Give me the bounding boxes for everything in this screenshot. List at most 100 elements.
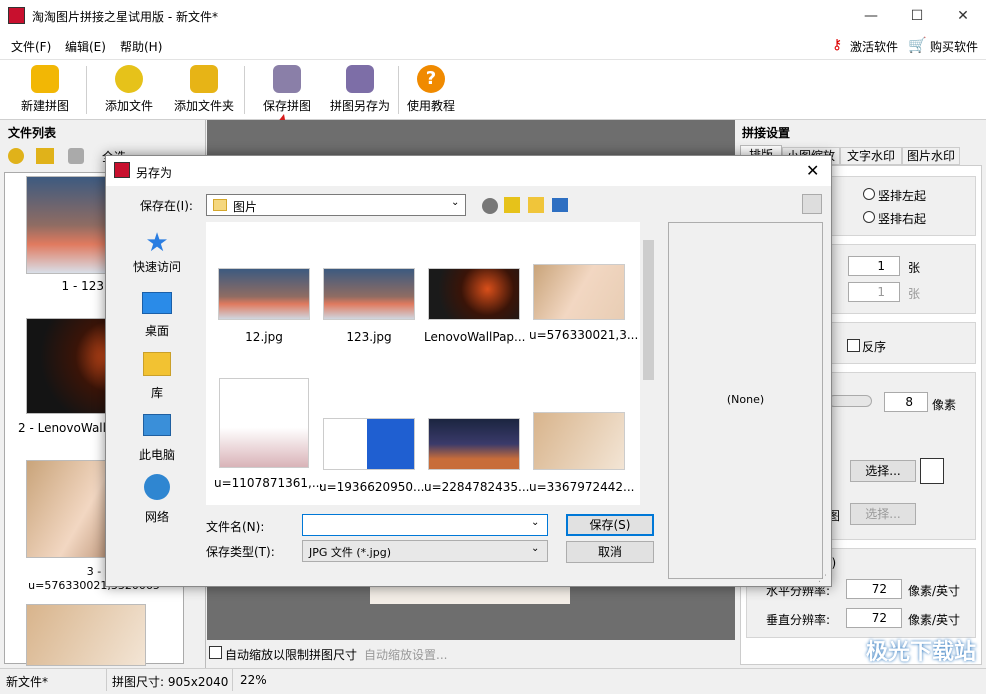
scrollbar-thumb[interactable] bbox=[643, 240, 654, 380]
tab-image-watermark[interactable]: 图片水印 bbox=[902, 147, 960, 165]
file-thumbnail bbox=[323, 268, 415, 320]
menu-file[interactable]: 文件(F) bbox=[11, 38, 51, 55]
file-name: 123.jpg bbox=[346, 330, 392, 344]
preview-toggle-icon[interactable] bbox=[802, 194, 822, 214]
remove-icon[interactable] bbox=[68, 148, 84, 164]
computer-icon bbox=[143, 414, 171, 436]
filetype-select[interactable]: JPG 文件 (*.jpg) ⌄ bbox=[302, 540, 548, 562]
status-zoom: 22% bbox=[240, 673, 267, 687]
tutorial-button[interactable]: ? 使用教程 bbox=[400, 63, 462, 117]
color-swatch[interactable] bbox=[920, 458, 944, 484]
minimize-button[interactable]: — bbox=[848, 0, 894, 32]
add-folder-button[interactable]: 添加文件夹 bbox=[168, 63, 240, 117]
file-thumbnail bbox=[533, 412, 625, 470]
file-list-title: 文件列表 bbox=[8, 126, 57, 140]
spacing-slider[interactable] bbox=[828, 395, 872, 407]
maximize-button[interactable]: ☐ bbox=[894, 0, 940, 32]
add-icon[interactable] bbox=[8, 148, 24, 164]
toolbar-divider bbox=[398, 66, 399, 114]
save-as-dialog: 另存为 ✕ 保存在(I): 图片 ⌄ ★ 快速访问 桌面 库 此电脑 网络 12… bbox=[105, 155, 832, 587]
new-folder-icon[interactable] bbox=[528, 197, 544, 213]
settings-title: 拼接设置 bbox=[742, 126, 791, 140]
file-item[interactable]: LenovoWallPap... bbox=[424, 268, 525, 344]
file-thumbnail[interactable] bbox=[26, 604, 146, 666]
dialog-app-icon bbox=[114, 162, 130, 178]
places-quick-access[interactable]: ★ 快速访问 bbox=[122, 228, 192, 275]
status-file: 新文件* bbox=[6, 675, 49, 689]
new-mosaic-button[interactable]: 新建拼图 bbox=[12, 63, 78, 117]
select-image-button: 选择... bbox=[850, 503, 916, 525]
network-icon bbox=[144, 474, 170, 500]
h-dpi-spinner[interactable]: 72 bbox=[846, 579, 902, 599]
back-icon[interactable] bbox=[482, 198, 498, 214]
preview-pane: (None) bbox=[668, 222, 823, 579]
places-desktop[interactable]: 桌面 bbox=[122, 292, 192, 339]
file-item[interactable]: u=2284782435... bbox=[424, 418, 529, 494]
file-thumbnail bbox=[533, 264, 625, 320]
new-mosaic-label: 新建拼图 bbox=[20, 99, 69, 113]
radio-vertical-right[interactable] bbox=[863, 211, 875, 223]
folder-icon bbox=[213, 199, 227, 211]
save-in-value: 图片 bbox=[233, 200, 258, 214]
resize-grip-icon[interactable]: ⋰ bbox=[818, 574, 827, 584]
chevron-down-icon: ⌄ bbox=[451, 197, 460, 208]
save-mosaic-button[interactable]: 保存拼图 bbox=[254, 63, 320, 117]
spacing-spinner[interactable]: 8 bbox=[884, 392, 928, 412]
reverse-checkbox[interactable] bbox=[847, 339, 860, 352]
radio-vertical-left[interactable] bbox=[863, 188, 875, 200]
add-file-label: 添加文件 bbox=[104, 99, 153, 113]
close-button[interactable]: ✕ bbox=[940, 0, 986, 32]
menu-help[interactable]: 帮助(H) bbox=[120, 38, 162, 55]
file-item[interactable]: u=3367972442... bbox=[529, 412, 634, 494]
places-libraries[interactable]: 库 bbox=[122, 352, 192, 401]
help-icon: ? bbox=[417, 65, 445, 93]
chevron-down-icon: ⌄ bbox=[531, 543, 540, 554]
dialog-close-button[interactable]: ✕ bbox=[806, 161, 819, 180]
v-dpi-unit: 像素/英寸 bbox=[908, 613, 961, 627]
file-thumbnail bbox=[219, 378, 309, 468]
folder-add-icon[interactable] bbox=[36, 148, 54, 164]
toolbar-divider bbox=[86, 66, 87, 114]
v-dpi-spinner[interactable]: 72 bbox=[846, 608, 902, 628]
up-folder-icon[interactable] bbox=[504, 197, 520, 213]
view-menu-icon[interactable] bbox=[552, 198, 568, 212]
add-file-button[interactable]: 添加文件 bbox=[96, 63, 162, 117]
file-item[interactable]: u=1107871361,... bbox=[214, 378, 323, 490]
filename-input[interactable]: ⌄ bbox=[302, 514, 548, 536]
unit-label: 张 bbox=[908, 261, 921, 275]
cancel-button[interactable]: 取消 bbox=[566, 541, 654, 563]
chevron-down-icon: ⌄ bbox=[531, 517, 540, 528]
file-name: u=1936620950... bbox=[319, 480, 425, 494]
place-label: 网络 bbox=[144, 510, 169, 524]
spacing-unit: 像素 bbox=[932, 398, 957, 412]
reverse-label: 反序 bbox=[862, 340, 887, 354]
dialog-title: 另存为 bbox=[136, 166, 173, 180]
file-item[interactable]: 12.jpg bbox=[214, 268, 314, 344]
save-button[interactable]: 保存(S) bbox=[566, 514, 654, 536]
file-thumbnail bbox=[428, 268, 520, 320]
watermark: 极光下载站 bbox=[865, 640, 976, 665]
radio-vertical-right-label: 竖排右起 bbox=[878, 212, 927, 226]
file-item[interactable]: u=1936620950... bbox=[319, 418, 424, 494]
menu-edit[interactable]: 编辑(E) bbox=[65, 38, 106, 55]
buy-link[interactable]: 购买软件 bbox=[930, 38, 978, 55]
file-item[interactable]: 123.jpg bbox=[319, 268, 419, 344]
select-color-button[interactable]: 选择... bbox=[850, 460, 916, 482]
auto-scale-settings-link[interactable]: 自动缩放设置... bbox=[364, 646, 447, 663]
save-in-combo[interactable]: 图片 ⌄ bbox=[206, 194, 466, 216]
places-this-pc[interactable]: 此电脑 bbox=[122, 414, 192, 463]
scrollbar[interactable] bbox=[640, 222, 657, 505]
place-label: 桌面 bbox=[144, 324, 169, 338]
count-spinner[interactable]: 1 bbox=[848, 256, 900, 276]
places-network[interactable]: 网络 bbox=[122, 474, 192, 525]
desktop-icon bbox=[142, 292, 172, 314]
save-as-button[interactable]: 拼图另存为 bbox=[326, 63, 394, 117]
tab-text-watermark[interactable]: 文字水印 bbox=[840, 147, 902, 165]
file-name: u=576330021,3... bbox=[529, 328, 639, 342]
window-title: 淘淘图片拼接之星试用版 - 新文件* bbox=[32, 10, 218, 24]
auto-scale-checkbox[interactable] bbox=[209, 646, 222, 659]
file-browser[interactable]: 12.jpg 123.jpg LenovoWallPap... u=576330… bbox=[206, 222, 657, 505]
file-item[interactable]: u=576330021,3... bbox=[529, 264, 638, 342]
status-size: 拼图尺寸: 905x2040 bbox=[112, 675, 229, 689]
activate-link[interactable]: 激活软件 bbox=[850, 38, 898, 55]
